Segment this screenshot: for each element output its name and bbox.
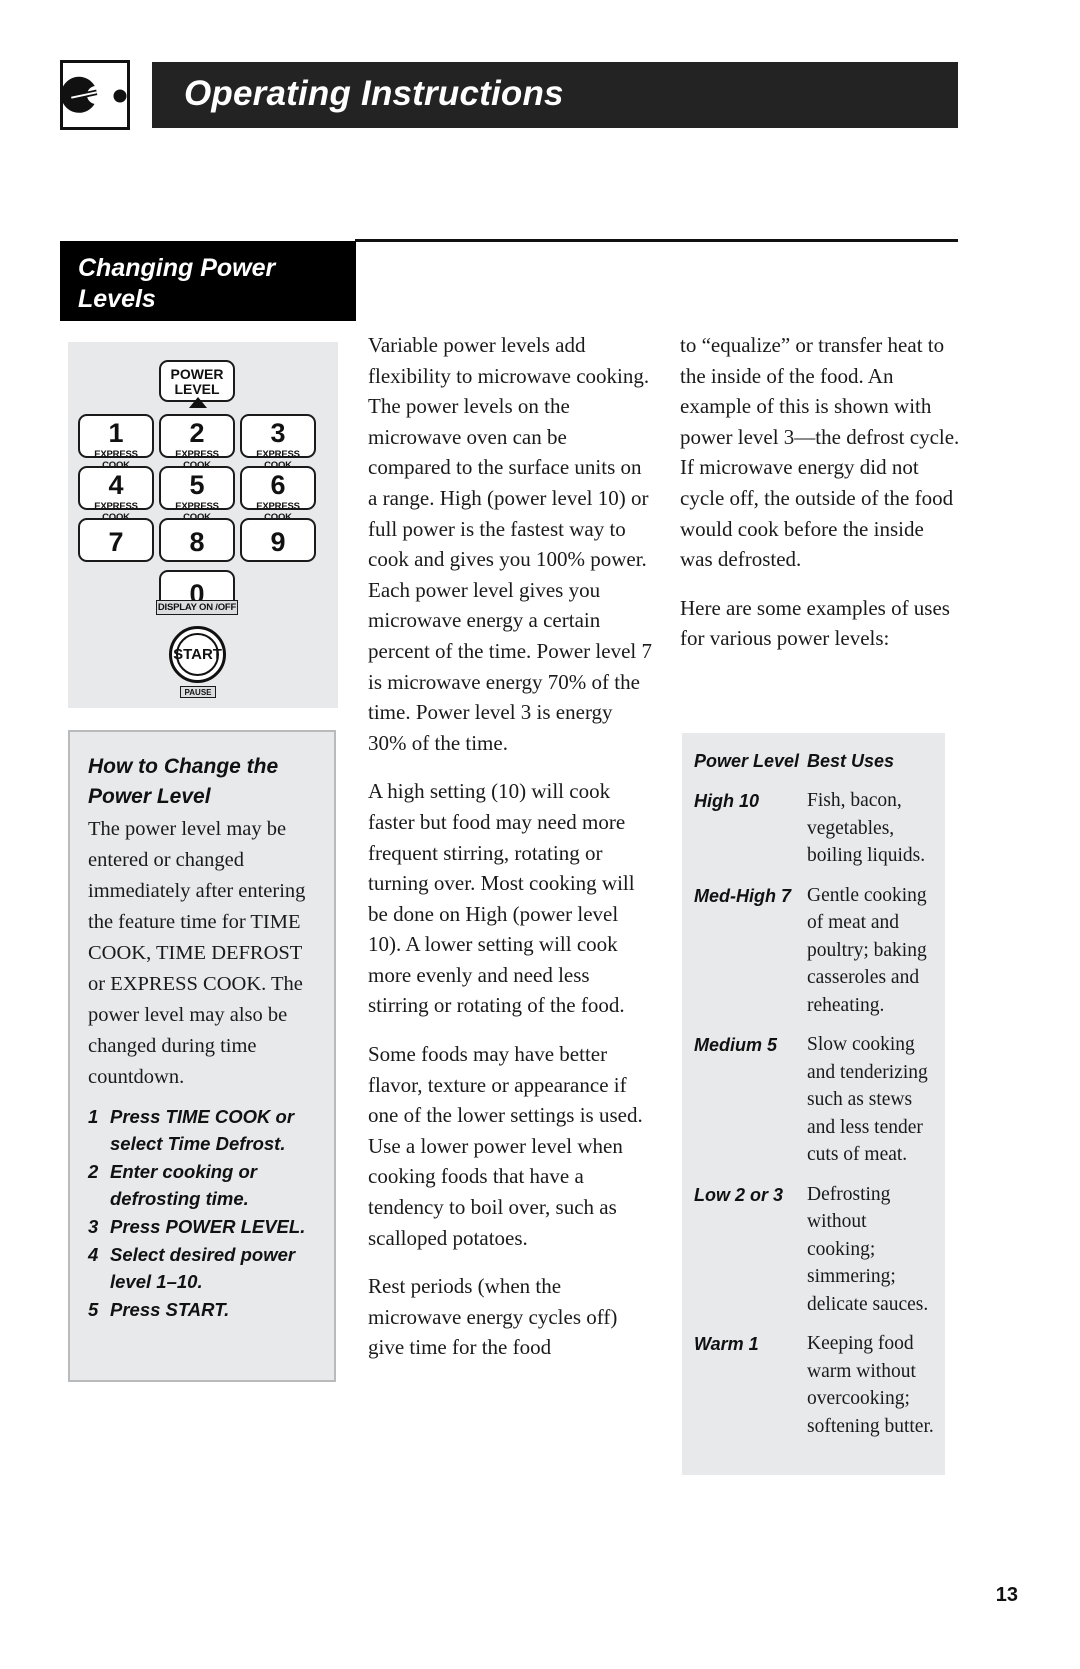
how-to-step: 5 Press START. xyxy=(88,1296,316,1323)
key-6[interactable]: 6 EXPRESS COOK xyxy=(240,466,316,523)
pause-label: PAUSE xyxy=(180,686,216,698)
step-number: 4 xyxy=(88,1244,99,1265)
key-7[interactable]: 7 xyxy=(78,518,154,562)
key-6-number: 6 xyxy=(270,470,286,500)
start-button-label: START xyxy=(173,633,222,676)
how-to-title: How to Change the Power Level xyxy=(88,752,316,812)
start-button[interactable]: START xyxy=(169,626,226,683)
cell-power-level: Low 2 or 3 xyxy=(694,1184,784,1205)
cell-power-level: High 10 xyxy=(694,791,760,811)
paragraph: Here are some examples of uses for vario… xyxy=(680,595,950,651)
how-to-body: The power level may be entered or change… xyxy=(88,818,306,1088)
power-level-pointer-icon xyxy=(189,397,207,408)
microwave-dial-icon xyxy=(60,60,130,130)
section-heading-line1: Changing Power xyxy=(78,254,276,282)
key-power-level-line1: POWER xyxy=(170,366,224,382)
key-3-number: 3 xyxy=(270,418,286,448)
section-heading: Changing Power Levels xyxy=(60,241,356,321)
paragraph: Variable power levels add flexibility to… xyxy=(368,333,652,755)
key-8-number: 8 xyxy=(189,527,205,557)
table-row: High 10 Fish, bacon, vegetables, boiling… xyxy=(682,787,945,870)
cell-best-uses: Defrosting without cooking; simmering; d… xyxy=(807,1183,929,1315)
table-row: Medium 5 Slow cooking and tenderizing su… xyxy=(682,1031,945,1169)
body-column-2: Variable power levels add flexibility to… xyxy=(368,330,654,1381)
key-5-number: 5 xyxy=(189,470,205,500)
step-text: Press POWER LEVEL. xyxy=(110,1216,306,1237)
table-row: Med-High 7 Gentle cooking of meat and po… xyxy=(682,882,945,1020)
step-text: Select desired power level 1–10. xyxy=(110,1244,296,1292)
key-9-number: 9 xyxy=(270,527,286,557)
how-to-step: 2 Enter cooking or defrosting time. xyxy=(88,1158,316,1212)
page-number: 13 xyxy=(995,1584,1018,1606)
key-2[interactable]: 2 EXPRESS COOK xyxy=(159,414,235,471)
how-to-step: 3 Press POWER LEVEL. xyxy=(88,1213,316,1240)
key-8[interactable]: 8 xyxy=(159,518,235,562)
step-number: 5 xyxy=(88,1299,99,1320)
cell-best-uses: Keeping food warm without overcooking; s… xyxy=(807,1333,934,1437)
key-4[interactable]: 4 EXPRESS COOK xyxy=(78,466,154,523)
key-5[interactable]: 5 EXPRESS COOK xyxy=(159,466,235,523)
table-header-row: Power Level Best Uses xyxy=(682,747,945,775)
key-power-level-line2: LEVEL xyxy=(174,381,220,397)
step-text: Press TIME COOK or select Time Defrost. xyxy=(110,1106,295,1154)
header-banner: Operating Instructions xyxy=(152,62,958,128)
step-number: 3 xyxy=(88,1216,99,1237)
section-heading-line2: Levels xyxy=(78,285,156,313)
page-title: Operating Instructions xyxy=(184,74,564,114)
paragraph: to “equalize” or transfer heat to the in… xyxy=(680,333,960,572)
paragraph: Rest periods (when the microwave energy … xyxy=(368,1274,618,1360)
content-top-rule xyxy=(355,239,958,242)
how-to-title-line1: How to Change the xyxy=(88,755,279,778)
cell-power-level: Medium 5 xyxy=(694,1035,778,1055)
key-3[interactable]: 3 EXPRESS COOK xyxy=(240,414,316,471)
key-1[interactable]: 1 EXPRESS COOK xyxy=(78,414,154,471)
cell-best-uses: Gentle cooking of meat and poultry; baki… xyxy=(807,884,927,1016)
keypad-diagram: POWER LEVEL 1 EXPRESS COOK 2 EXPRESS COO… xyxy=(68,342,338,708)
how-to-step: 4 Select desired power level 1–10. xyxy=(88,1241,316,1295)
display-on-off-label: DISPLAY ON /OFF xyxy=(156,600,238,615)
how-to-steps: 1 Press TIME COOK or select Time Defrost… xyxy=(88,1103,316,1323)
step-number: 2 xyxy=(88,1161,99,1182)
key-4-number: 4 xyxy=(108,470,124,500)
cell-best-uses: Fish, bacon, vegetables, boiling liquids… xyxy=(807,790,926,866)
cell-best-uses: Slow cooking and tenderizing such as ste… xyxy=(807,1034,928,1165)
table-row: Warm 1 Keeping food warm without overcoo… xyxy=(682,1330,945,1440)
key-7-number: 7 xyxy=(108,527,124,557)
body-column-3: to “equalize” or transfer heat to the in… xyxy=(680,330,960,672)
how-to-title-line2: Power Level xyxy=(88,785,211,808)
paragraph: Some foods may have better flavor, textu… xyxy=(368,1042,643,1250)
key-2-number: 2 xyxy=(189,418,205,448)
table-row: Low 2 or 3 Defrosting without cooking; s… xyxy=(682,1181,945,1319)
step-text: Enter cooking or defrosting time. xyxy=(110,1161,257,1209)
column-header-power-level: Power Level xyxy=(694,751,800,771)
cell-power-level: Med-High 7 xyxy=(694,885,791,906)
key-1-number: 1 xyxy=(108,418,124,448)
how-to-change-power-level-box: How to Change the Power Level The power … xyxy=(68,730,336,1382)
step-number: 1 xyxy=(88,1106,99,1127)
paragraph: A high setting (10) will cook faster but… xyxy=(368,779,635,1018)
cell-power-level: Warm 1 xyxy=(694,1334,759,1354)
key-power-level[interactable]: POWER LEVEL xyxy=(159,360,235,402)
key-9[interactable]: 9 xyxy=(240,518,316,562)
power-level-table: Power Level Best Uses High 10 Fish, baco… xyxy=(682,733,945,1475)
column-header-best-uses: Best Uses xyxy=(807,751,895,771)
page-header: Operating Instructions xyxy=(0,0,1080,190)
step-text: Press START. xyxy=(110,1299,230,1320)
how-to-step: 1 Press TIME COOK or select Time Defrost… xyxy=(88,1103,316,1157)
